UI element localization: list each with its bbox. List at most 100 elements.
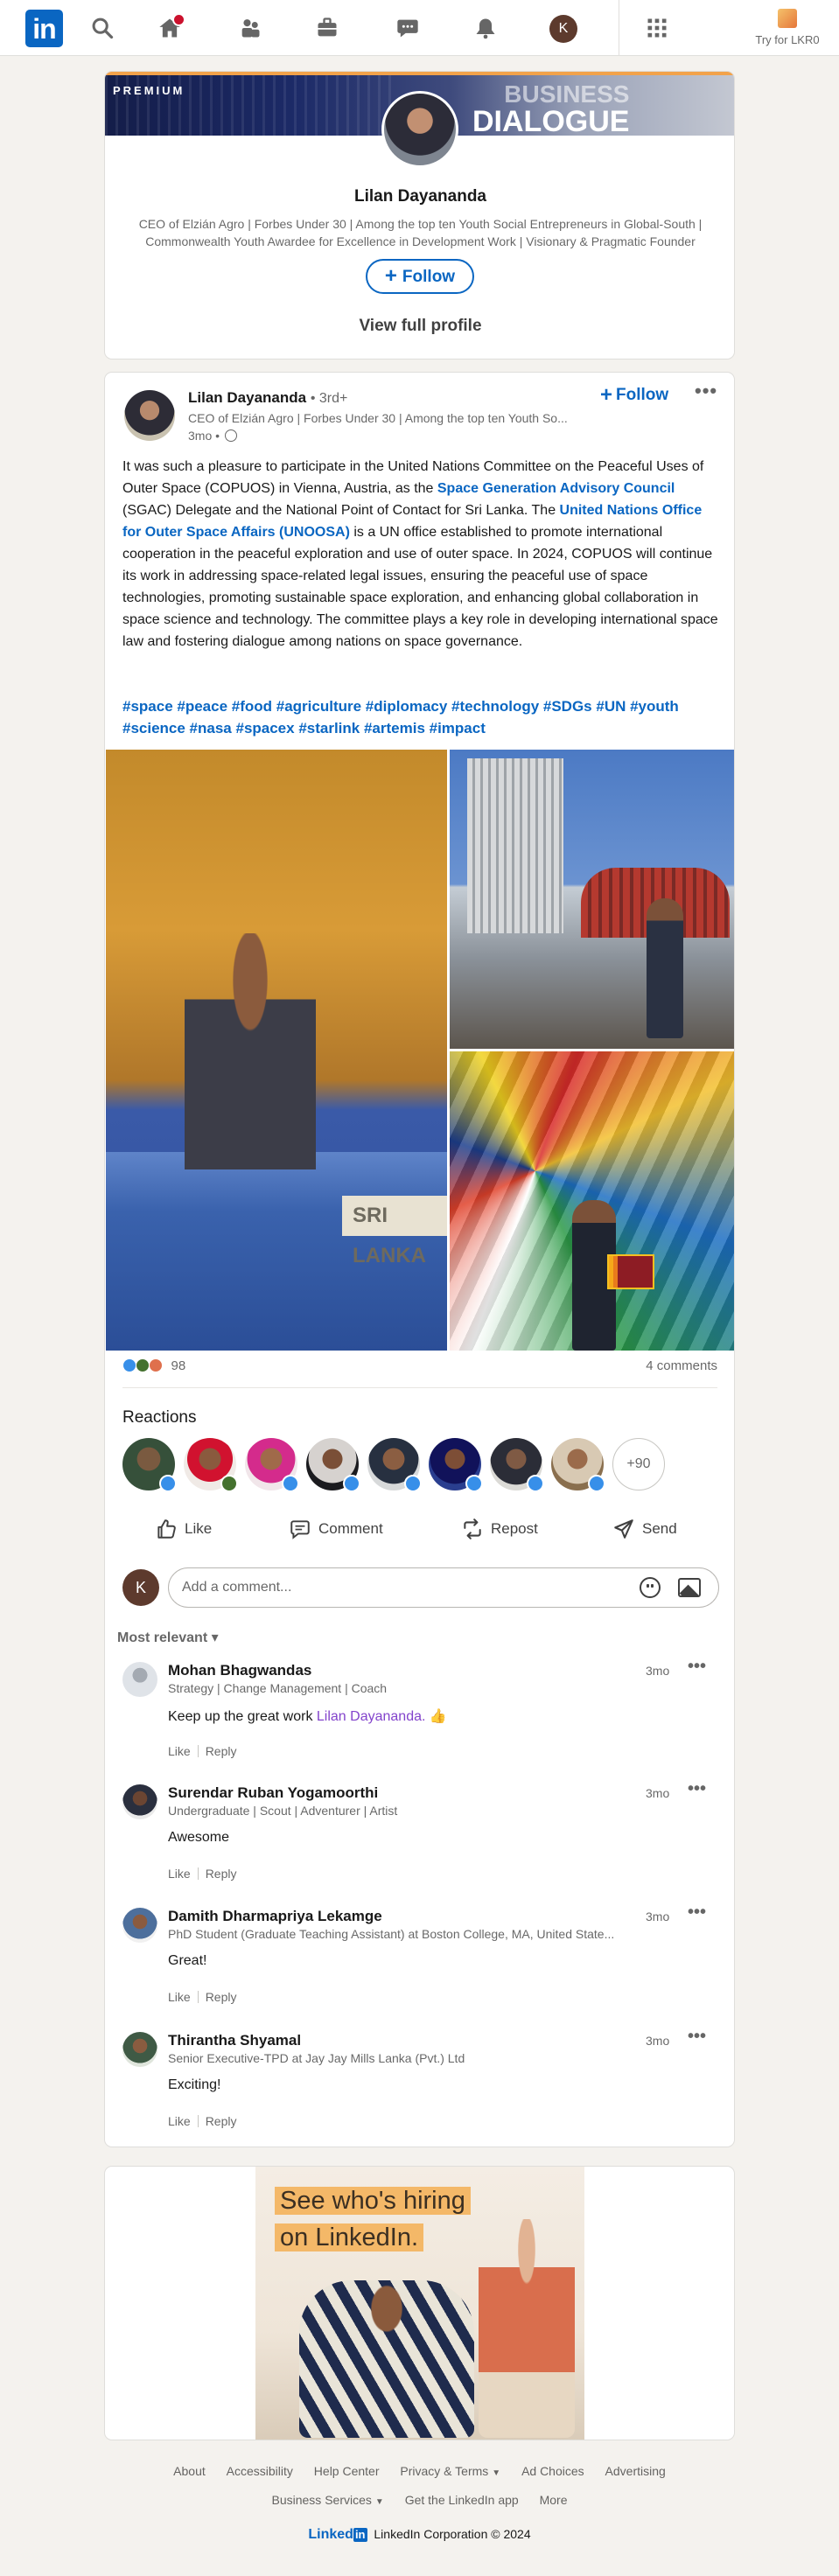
footer-link-about[interactable]: About (173, 2464, 206, 2478)
linkedin-logo[interactable]: in (25, 10, 63, 47)
reactor-avatar[interactable] (551, 1438, 605, 1492)
mention-link-sgac[interactable]: Space Generation Advisory Council (437, 481, 675, 496)
chevron-down-icon: ▾ (211, 1630, 219, 1645)
network-icon[interactable] (236, 14, 264, 42)
repost-button[interactable]: Repost (461, 1511, 538, 1546)
reactor-avatar[interactable] (367, 1438, 422, 1492)
celebrate-reaction-icon (136, 1358, 150, 1372)
commenter-avatar[interactable] (122, 1662, 157, 1697)
post-photo-vienna-center[interactable] (450, 750, 734, 1049)
comment-more-options-icon[interactable]: ••• (688, 1779, 706, 1799)
emoji-icon[interactable] (640, 1577, 661, 1598)
commenter-avatar[interactable] (122, 2032, 157, 2067)
comment-mention-link[interactable]: Lilan Dayananda. (317, 1709, 426, 1724)
commenter-avatar[interactable] (122, 1908, 157, 1943)
comment-reply-button[interactable]: Reply (206, 2114, 237, 2128)
footer-link-help-center[interactable]: Help Center (314, 2464, 380, 2478)
comment-time: 3mo (646, 1909, 670, 1923)
me-avatar[interactable]: K (549, 15, 577, 43)
comment-reply-button[interactable]: Reply (206, 1990, 237, 2004)
try-premium-button[interactable]: Try for LKR0 (744, 7, 831, 51)
comment-reply-button[interactable]: Reply (206, 1744, 237, 1758)
ad-headline: See who's hiring on LinkedIn. (275, 2182, 476, 2256)
more-reactors-button[interactable]: +90 (612, 1438, 665, 1490)
footer-link-accessibility[interactable]: Accessibility (227, 2464, 293, 2478)
reaction-count: 98 (171, 1358, 186, 1373)
reactor-avatar[interactable] (245, 1438, 299, 1492)
comment-like-button[interactable]: Like (168, 1867, 191, 1881)
commenter-headline: PhD Student (Graduate Teaching Assistant… (168, 1927, 615, 1941)
messaging-icon[interactable] (394, 14, 422, 42)
view-full-profile-link[interactable]: View full profile (105, 317, 734, 336)
comment-like-button[interactable]: Like (168, 1990, 191, 2004)
comment-like-button[interactable]: Like (168, 2114, 191, 2128)
comment-time: 3mo (646, 1664, 670, 1678)
comment-more-options-icon[interactable]: ••• (688, 1902, 706, 1923)
comment-input[interactable] (169, 1568, 606, 1607)
post-photo-flags[interactable] (450, 1051, 734, 1351)
comment-item: Damith Dharmapriya Lekamge PhD Student (… (117, 1902, 721, 2017)
comment-button[interactable]: Comment (289, 1511, 383, 1546)
comment-text: Exciting! (168, 2077, 221, 2092)
comment-reply-button[interactable]: Reply (206, 1867, 237, 1881)
commenter-avatar[interactable] (122, 1784, 157, 1819)
apps-grid-icon[interactable] (643, 14, 671, 42)
footer-link-get-app[interactable]: Get the LinkedIn app (405, 2493, 519, 2507)
like-button[interactable]: Like (155, 1511, 212, 1546)
thumbs-up-icon (157, 1519, 176, 1539)
reactor-avatar[interactable] (184, 1438, 238, 1492)
linkedin-wordmark: Linked (308, 2527, 353, 2542)
notifications-bell-icon[interactable] (472, 14, 500, 42)
profile-follow-button[interactable]: + Follow (366, 259, 474, 294)
commenter-headline: Undergraduate | Scout | Adventurer | Art… (168, 1804, 398, 1818)
send-button[interactable]: Send (612, 1511, 677, 1546)
post-more-options-icon[interactable]: ••• (695, 380, 717, 402)
profile-name[interactable]: Lilan Dayananda (105, 187, 734, 206)
footer-link-more[interactable]: More (540, 2493, 568, 2507)
footer-link-business-services[interactable]: Business Services ▼ (272, 2493, 384, 2507)
image-upload-icon[interactable] (678, 1578, 701, 1597)
comment-like-button[interactable]: Like (168, 1744, 191, 1758)
reactor-avatar[interactable] (306, 1438, 360, 1492)
comment-more-options-icon[interactable]: ••• (688, 2027, 706, 2047)
reactor-avatar[interactable] (429, 1438, 483, 1492)
notification-badge (172, 13, 185, 26)
profile-avatar[interactable] (381, 91, 458, 168)
commenter-name[interactable]: Thirantha Shyamal (168, 2032, 301, 2049)
commenter-headline: Strategy | Change Management | Coach (168, 1681, 388, 1695)
commenter-name[interactable]: Mohan Bhagwandas (168, 1662, 311, 1679)
footer-link-advertising[interactable]: Advertising (605, 2464, 666, 2478)
comment-more-options-icon[interactable]: ••• (688, 1657, 706, 1677)
footer-link-privacy-terms[interactable]: Privacy & Terms ▼ (400, 2464, 500, 2478)
post-hashtags[interactable]: #space #peace #food #agriculture #diplom… (122, 695, 722, 739)
jobs-icon[interactable] (313, 14, 341, 42)
send-icon (614, 1519, 633, 1539)
comment-icon (290, 1520, 310, 1539)
post-card: Lilan Dayananda • 3rd+ CEO of Elzián Agr… (104, 372, 735, 2147)
sort-comments-dropdown[interactable]: Most relevant ▾ (117, 1629, 219, 1646)
comments-count[interactable]: 4 comments (630, 1358, 717, 1373)
reactor-avatar[interactable] (122, 1438, 177, 1492)
commenter-name[interactable]: Surendar Ruban Yogamoorthi (168, 1784, 378, 1802)
like-reaction-icon (122, 1358, 136, 1372)
reactions-summary[interactable]: 98 (122, 1358, 185, 1379)
reactor-avatar[interactable] (490, 1438, 544, 1492)
profile-headline: CEO of Elzián Agro | Forbes Under 30 | A… (138, 217, 703, 248)
post-photo-delegate-seat[interactable]: SRI LANKA (106, 750, 447, 1351)
post-body: It was such a pleasure to participate in… (122, 459, 718, 649)
hiring-ad-banner[interactable]: See who's hiring on LinkedIn. (255, 2167, 584, 2440)
profile-card: PREMIUM BUSINESS DIALOGUE Lilan Dayanand… (104, 71, 735, 360)
post-author-avatar[interactable] (124, 390, 175, 441)
search-icon[interactable] (88, 14, 116, 42)
like-badge-icon (588, 1475, 605, 1492)
home-icon[interactable] (156, 13, 185, 42)
comment-time: 3mo (646, 1786, 670, 1800)
post-follow-button[interactable]: + Follow (600, 383, 668, 408)
commenter-name[interactable]: Damith Dharmapriya Lekamge (168, 1908, 382, 1925)
comment-actions: Like Reply (168, 1990, 236, 2004)
post-author-name[interactable]: Lilan Dayananda • 3rd+ (188, 389, 347, 407)
comment-text: Awesome (168, 1830, 229, 1845)
country-plaque: SRI LANKA (342, 1196, 447, 1267)
comment-box[interactable] (168, 1567, 719, 1608)
footer-link-ad-choices[interactable]: Ad Choices (521, 2464, 584, 2478)
